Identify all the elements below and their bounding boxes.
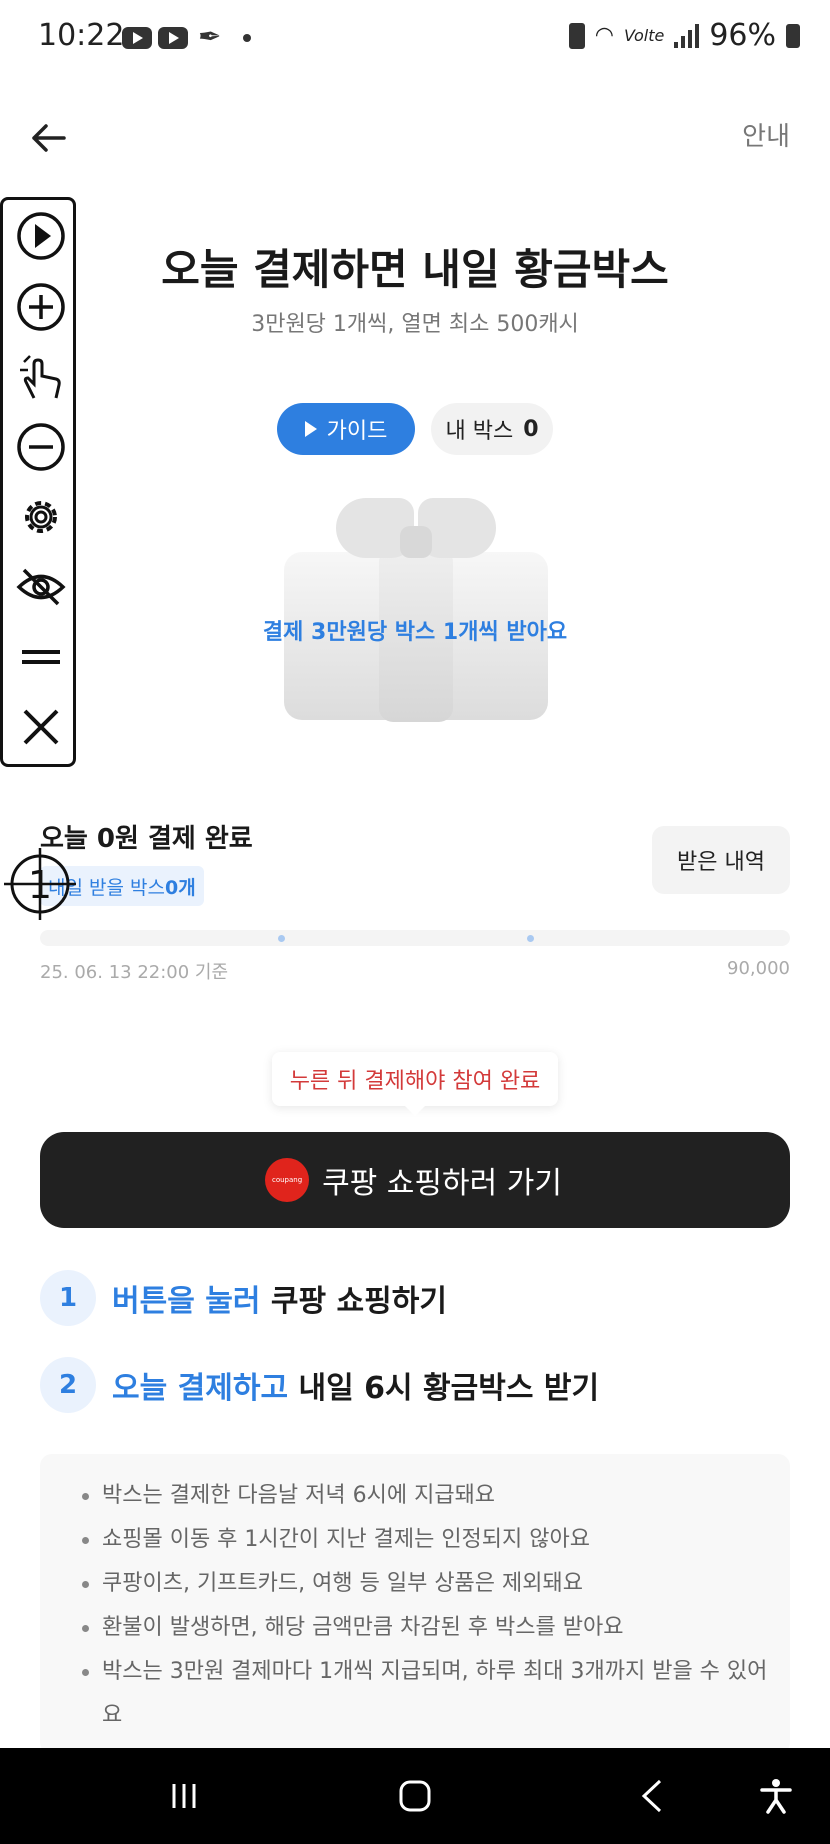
notice-item: 박스는 결제한 다음날 저녁 6시에 지급돼요 — [80, 1474, 770, 1518]
step-highlight: 버튼을 눌러 — [112, 1284, 261, 1319]
floating-toolbar — [0, 197, 76, 767]
progress-marker — [278, 935, 285, 942]
play-icon — [304, 421, 317, 437]
status-right: ◠ Volte 96% — [568, 18, 800, 53]
screen: 10:22 ✒ ◠ Volte 96% 안내 오늘 결제하면 내일 황금박스 3… — [0, 0, 830, 1844]
notification-dot-icon — [243, 34, 251, 42]
gear-icon[interactable] — [16, 492, 66, 542]
battery-icon — [786, 23, 800, 48]
notice-item: 박스는 3만원 결제마다 1개씩 지급되며, 하루 최대 3개까지 받을 수 있… — [80, 1650, 770, 1738]
recent-apps-icon[interactable] — [162, 1770, 206, 1822]
play-icon[interactable] — [16, 211, 66, 261]
step-item: 1 버튼을 눌러 쿠팡 쇼핑하기 — [40, 1270, 447, 1326]
zoom-in-icon[interactable] — [16, 282, 66, 332]
close-icon[interactable] — [16, 702, 66, 752]
network-label: Volte — [623, 26, 665, 45]
guide-label: 가이드 — [326, 419, 388, 444]
go-shopping-label: 쿠팡 쇼핑하러 가기 — [322, 1166, 562, 1201]
progress-timestamp: 25. 06. 13 22:00 기준 — [40, 962, 229, 983]
cta-tooltip: 누른 뒤 결제해야 참여 완료 — [272, 1052, 558, 1116]
notice-item: 환불이 발생하면, 해당 금액만큼 차감된 후 박스를 받아요 — [80, 1606, 770, 1650]
youtube-icon — [158, 27, 188, 49]
back-button[interactable] — [28, 118, 68, 158]
zoom-out-icon[interactable] — [16, 422, 66, 472]
progress-marker — [527, 935, 534, 942]
my-box-chip[interactable]: 내 박스 0 — [431, 403, 553, 455]
eye-off-icon[interactable] — [16, 562, 66, 612]
youtube-icon — [122, 27, 152, 49]
status-bar: 10:22 ✒ ◠ Volte 96% — [0, 0, 830, 76]
payment-progress-bar — [40, 930, 790, 946]
tap-gesture-icon[interactable] — [16, 352, 66, 402]
home-icon[interactable] — [392, 1770, 438, 1822]
battery-level: 96% — [709, 18, 776, 53]
step-item: 2 오늘 결제하고 내일 6시 황금박스 받기 — [40, 1357, 599, 1413]
guide-button[interactable]: 가이드 — [277, 403, 415, 455]
status-time: 10:22 — [38, 18, 125, 53]
system-nav-bar — [0, 1748, 830, 1844]
notice-box: 박스는 결제한 다음날 저녁 6시에 지급돼요 쇼핑몰 이동 후 1시간이 지난… — [40, 1454, 790, 1754]
gift-box-image — [284, 490, 548, 722]
step-highlight: 오늘 결제하고 — [112, 1371, 289, 1406]
page-title: 오늘 결제하면 내일 황금박스 — [161, 245, 669, 294]
crosshair-marker-label: 1 — [28, 863, 52, 907]
back-nav-icon[interactable] — [632, 1770, 672, 1822]
go-shopping-button[interactable]: coupang 쿠팡 쇼핑하러 가기 — [40, 1132, 790, 1228]
info-link[interactable]: 안내 — [742, 116, 790, 153]
tomorrow-box-count: 0개 — [164, 876, 196, 899]
signal-icon — [674, 23, 700, 48]
step-text: 내일 6시 황금박스 받기 — [288, 1371, 600, 1406]
notice-list: 박스는 결제한 다음날 저녁 6시에 지급돼요 쇼핑몰 이동 후 1시간이 지난… — [80, 1474, 770, 1738]
battery-saver-icon — [568, 22, 585, 49]
coupang-logo-icon: coupang — [268, 1161, 307, 1199]
step-number: 2 — [40, 1357, 96, 1413]
crosshair-marker-icon: 1 — [4, 848, 76, 920]
my-box-label: 내 박스 — [445, 419, 514, 444]
wifi-icon: ◠ — [594, 23, 614, 48]
step-text: 쿠팡 쇼핑하기 — [260, 1284, 447, 1319]
feather-icon: ✒ — [198, 20, 222, 53]
notice-item: 쿠팡이츠, 기프트카드, 여행 등 일부 상품은 제외돼요 — [80, 1562, 770, 1606]
drag-handle-icon[interactable] — [16, 632, 66, 682]
received-history-button[interactable]: 받은 내역 — [652, 826, 790, 894]
arrow-left-icon — [32, 124, 66, 152]
gift-caption: 결제 3만원당 박스 1개씩 받아요 — [262, 620, 568, 645]
my-box-count: 0 — [523, 416, 539, 442]
page-subtitle: 3만원당 1개씩, 열면 최소 500캐시 — [251, 312, 579, 337]
step-number: 1 — [40, 1270, 96, 1326]
progress-max-value: 90,000 — [727, 958, 790, 979]
accessibility-icon[interactable] — [756, 1770, 796, 1822]
notice-item: 쇼핑몰 이동 후 1시간이 지난 결제는 인정되지 않아요 — [80, 1518, 770, 1562]
